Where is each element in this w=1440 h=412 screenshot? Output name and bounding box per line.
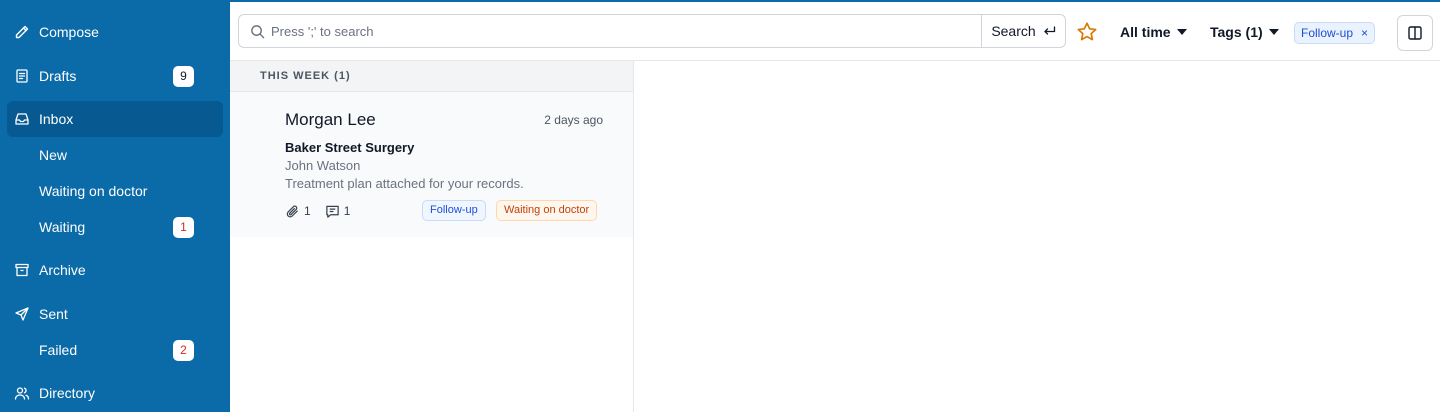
sidebar-item-inbox[interactable]: Inbox xyxy=(7,101,223,137)
sidebar-item-failed[interactable]: Failed 2 xyxy=(7,332,223,368)
message-meta: 1 1 xyxy=(285,203,364,219)
search-icon xyxy=(251,25,265,39)
sidebar-item-compose[interactable]: Compose xyxy=(7,14,223,50)
sidebar-item-waiting-on-doctor[interactable]: Waiting on doctor xyxy=(7,173,223,209)
sidebar-item-waiting[interactable]: Waiting 1 xyxy=(7,209,223,245)
active-tag-chip: Follow-up × xyxy=(1294,22,1376,44)
comment-icon xyxy=(325,205,339,218)
section-header: THIS WEEK (1) xyxy=(230,61,633,92)
time-filter-label: All time xyxy=(1120,24,1171,40)
sidebar-item-drafts[interactable]: Drafts 9 xyxy=(7,58,223,94)
sidebar-item-label: New xyxy=(39,147,68,163)
sidebar-item-label: Directory xyxy=(39,385,96,401)
split-panel-icon xyxy=(1408,26,1422,40)
enter-key-icon xyxy=(1044,25,1055,35)
pencil-icon xyxy=(15,25,29,39)
star-icon[interactable] xyxy=(1076,21,1098,43)
search-input[interactable] xyxy=(271,15,979,47)
chevron-down-icon xyxy=(1176,29,1187,35)
drafts-count-badge: 9 xyxy=(173,66,194,87)
users-icon xyxy=(14,387,30,400)
message-detail-panel xyxy=(634,61,1440,412)
waiting-count-badge: 1 xyxy=(173,217,194,238)
paperclip-icon xyxy=(286,205,298,217)
toggle-panel-button[interactable] xyxy=(1397,15,1433,51)
sidebar-item-new[interactable]: New xyxy=(7,137,223,173)
sidebar-item-label: Compose xyxy=(39,24,99,40)
sidebar: Compose Drafts 9 Inbox New Waiting on do… xyxy=(0,0,230,412)
doctor-name: John Watson xyxy=(285,158,361,173)
sidebar-item-archive[interactable]: Archive xyxy=(7,252,223,288)
message-subject: Baker Street Surgery xyxy=(285,140,415,155)
drafts-icon xyxy=(16,69,28,83)
search-button[interactable]: Search xyxy=(981,15,1065,47)
top-bar: Search All time Tags (1) Follow-up × xyxy=(230,0,1440,61)
tag-waiting-on-doctor: Waiting on doctor xyxy=(496,200,598,221)
sender-name: Morgan Lee xyxy=(285,110,376,129)
close-icon[interactable]: × xyxy=(1361,27,1368,39)
message-preview: Treatment plan attached for your records… xyxy=(285,176,524,191)
sidebar-item-label: Waiting xyxy=(39,219,86,235)
time-filter-dropdown[interactable]: All time xyxy=(1120,22,1187,42)
search-box: Search xyxy=(238,14,1066,48)
sidebar-item-sent[interactable]: Sent xyxy=(7,296,223,332)
message-time: 2 days ago xyxy=(544,113,603,127)
tags-filter-dropdown[interactable]: Tags (1) xyxy=(1210,22,1279,42)
inbox-icon xyxy=(15,113,29,125)
failed-count-badge: 2 xyxy=(173,340,194,361)
sidebar-item-directory[interactable]: Directory xyxy=(7,375,223,411)
sidebar-item-label: Inbox xyxy=(39,111,74,127)
sidebar-item-label: Waiting on doctor xyxy=(39,183,148,199)
search-button-label: Search xyxy=(991,23,1036,39)
active-tag-label: Follow-up xyxy=(1301,26,1354,40)
sidebar-item-label: Failed xyxy=(39,342,78,358)
tags-filter-label: Tags (1) xyxy=(1210,24,1263,40)
archive-icon xyxy=(15,263,29,277)
sidebar-item-label: Archive xyxy=(39,262,86,278)
chevron-down-icon xyxy=(1268,29,1279,35)
attachment-count: 1 xyxy=(304,204,311,218)
tag-follow-up: Follow-up xyxy=(422,200,486,221)
list-item[interactable]: Morgan Lee 2 days ago Baker Street Surge… xyxy=(230,92,633,237)
sidebar-item-label: Sent xyxy=(39,306,68,322)
sidebar-item-label: Drafts xyxy=(39,68,77,84)
message-list: THIS WEEK (1) Morgan Lee 2 days ago Bake… xyxy=(230,61,634,412)
send-icon xyxy=(15,307,29,321)
comment-count: 1 xyxy=(343,204,351,218)
